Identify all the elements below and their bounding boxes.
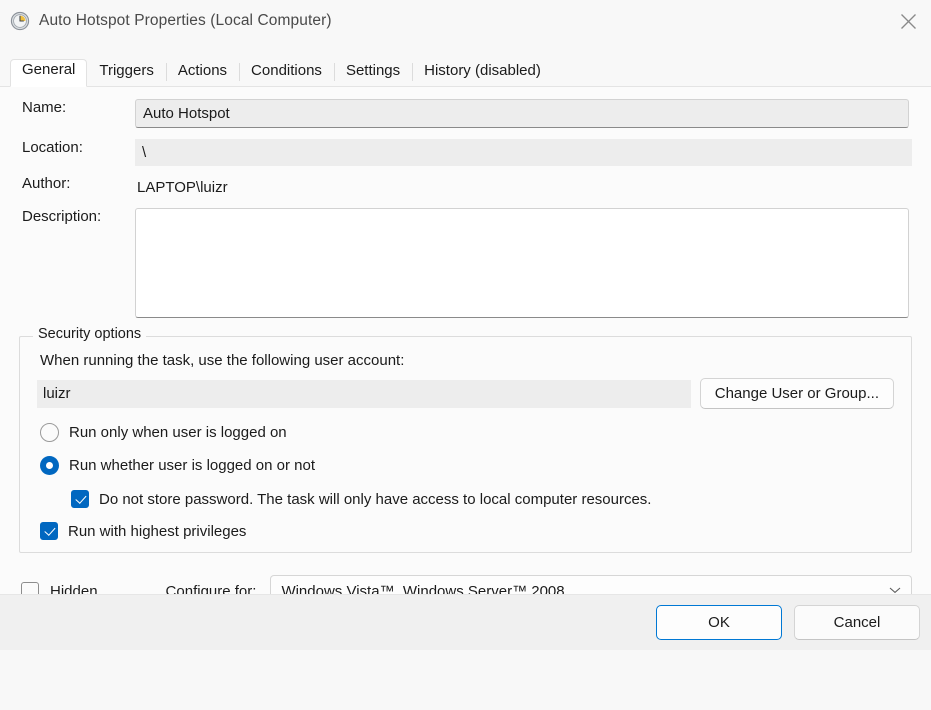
- radio-run-whether-logged-on-icon[interactable]: [40, 456, 59, 475]
- dialog-footer: OK Cancel: [0, 594, 931, 650]
- name-input[interactable]: Auto Hotspot: [135, 99, 909, 128]
- tab-general-label: General: [22, 61, 76, 78]
- location-value: \: [142, 144, 147, 161]
- checkbox-do-not-store-password-row[interactable]: Do not store password. The task will onl…: [20, 490, 911, 508]
- tab-strip: General Triggers Actions Conditions Sett…: [0, 58, 931, 87]
- description-textarea[interactable]: [135, 208, 909, 318]
- window-title: Auto Hotspot Properties (Local Computer): [39, 12, 332, 29]
- tab-triggers[interactable]: Triggers: [87, 60, 165, 86]
- security-caption: When running the task, use the following…: [40, 352, 405, 369]
- clock-icon: [10, 11, 30, 31]
- name-label: Name:: [22, 99, 67, 116]
- general-tab-panel: Name: Auto Hotspot Location: \ Author: L…: [0, 86, 931, 650]
- checkbox-highest-privileges-icon[interactable]: [40, 522, 58, 540]
- author-label: Author:: [22, 175, 71, 192]
- radio-run-only-logged-on-row[interactable]: Run only when user is logged on: [20, 423, 911, 442]
- location-row: Location: \: [0, 139, 931, 166]
- name-input-value: Auto Hotspot: [143, 105, 230, 122]
- radio-run-whether-logged-on-row[interactable]: Run whether user is logged on or not: [20, 456, 911, 475]
- ok-button[interactable]: OK: [656, 605, 782, 640]
- tab-settings[interactable]: Settings: [333, 60, 412, 86]
- user-account-value: luizr: [43, 385, 71, 402]
- location-label: Location:: [22, 139, 83, 156]
- tab-conditions[interactable]: Conditions: [239, 60, 334, 86]
- author-value: LAPTOP\luizr: [137, 178, 228, 196]
- tab-actions-label: Actions: [177, 62, 228, 79]
- account-row: luizr Change User or Group...: [37, 378, 894, 409]
- tab-history[interactable]: History (disabled): [412, 60, 553, 86]
- checkbox-highest-privileges-row[interactable]: Run with highest privileges: [20, 522, 911, 540]
- location-value-field: \: [135, 139, 912, 166]
- user-account-field: luizr: [37, 379, 691, 408]
- radio-run-whether-logged-on-label: Run whether user is logged on or not: [69, 457, 315, 474]
- radio-run-only-logged-on-icon[interactable]: [40, 423, 59, 442]
- checkbox-highest-privileges-label: Run with highest privileges: [68, 522, 247, 540]
- checkbox-do-not-store-password-icon[interactable]: [71, 490, 89, 508]
- title-bar: Auto Hotspot Properties (Local Computer): [0, 0, 931, 42]
- checkbox-do-not-store-password-label: Do not store password. The task will onl…: [99, 490, 652, 508]
- tab-settings-label: Settings: [345, 62, 401, 79]
- description-row: Description:: [0, 208, 931, 318]
- security-options-group: Security options When running the task, …: [19, 326, 912, 553]
- author-row: Author: LAPTOP\luizr: [0, 175, 931, 199]
- author-value-field: LAPTOP\luizr: [135, 175, 912, 199]
- radio-run-only-logged-on-label: Run only when user is logged on: [69, 424, 287, 441]
- security-options-legend: Security options: [33, 326, 147, 342]
- tab-triggers-label: Triggers: [99, 62, 154, 79]
- tab-conditions-label: Conditions: [251, 62, 322, 79]
- tab-actions[interactable]: Actions: [165, 60, 239, 86]
- change-user-or-group-button[interactable]: Change User or Group...: [699, 378, 894, 409]
- tab-history-label: History (disabled): [424, 62, 541, 79]
- name-row: Name: Auto Hotspot: [0, 99, 931, 128]
- cancel-button[interactable]: Cancel: [794, 605, 920, 640]
- tab-general[interactable]: General: [10, 59, 88, 87]
- description-label: Description:: [22, 208, 102, 225]
- close-icon[interactable]: [885, 0, 931, 42]
